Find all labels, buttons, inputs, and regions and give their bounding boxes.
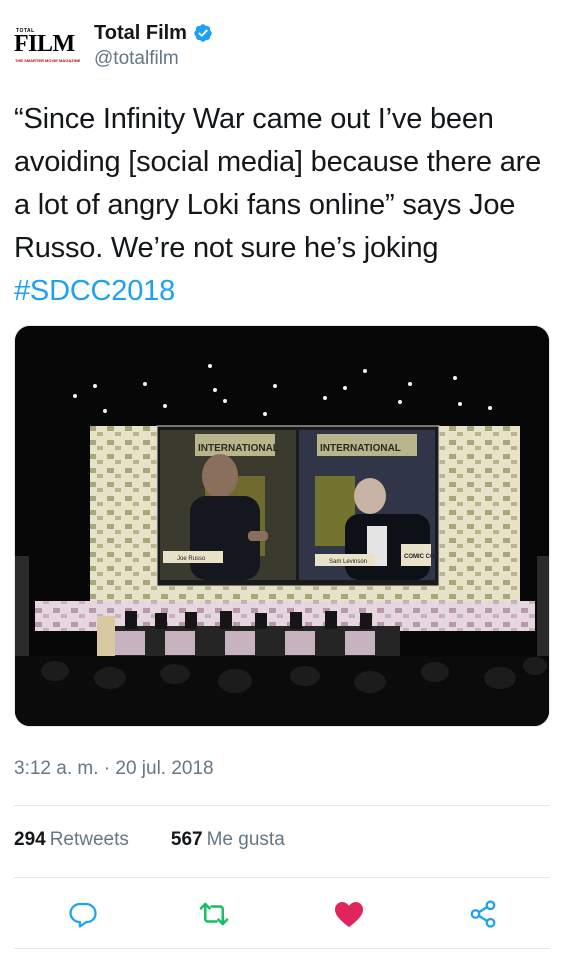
verified-badge-icon — [193, 23, 213, 43]
panel-photo-image: INTERNATIONAL INTERNATIONAL Joe Russo Sa… — [15, 326, 549, 726]
reply-button[interactable] — [66, 899, 100, 933]
tweet-body: “Since Infinity War came out I’ve been a… — [14, 103, 542, 264]
heart-icon — [333, 898, 365, 935]
profile-avatar[interactable]: TOTAL FILM THE SMARTER MOVIE MAGAZINE — [14, 28, 80, 70]
likes-label: Me gusta — [206, 829, 285, 850]
like-button[interactable] — [332, 899, 366, 933]
screen-text-left: INTERNATIONAL — [198, 443, 279, 454]
logo-main-text: FILM — [14, 31, 75, 57]
caption-joe-russo: Joe Russo — [177, 556, 206, 562]
divider — [14, 948, 550, 949]
tweet-header: TOTAL FILM THE SMARTER MOVIE MAGAZINE To… — [14, 14, 550, 74]
retweets-count: 294 — [14, 829, 46, 850]
share-button[interactable] — [466, 899, 500, 933]
logo-tagline: THE SMARTER MOVIE MAGAZINE — [15, 58, 81, 63]
name-row: Total Film — [94, 18, 213, 48]
share-icon — [468, 899, 498, 934]
tweet-actions — [14, 893, 550, 937]
tweet-timestamp[interactable]: 3:12 a. m. · 20 jul. 2018 — [14, 758, 214, 780]
caption-sam-levinson: Sam Levinson — [329, 559, 367, 565]
tweet-stats: 294 Retweets 567 Me gusta — [14, 829, 327, 851]
divider — [14, 805, 550, 806]
user-handle[interactable]: @totalfilm — [94, 48, 179, 70]
screen-text-right: INTERNATIONAL — [320, 443, 401, 454]
divider — [14, 877, 550, 878]
retweets-label: Retweets — [49, 829, 129, 850]
likes-stat[interactable]: 567 Me gusta — [171, 829, 285, 851]
tweet-text: “Since Infinity War came out I’ve been a… — [14, 98, 554, 313]
retweets-stat[interactable]: 294 Retweets — [14, 829, 129, 851]
retweet-button[interactable] — [197, 899, 231, 933]
tweet-photo[interactable]: INTERNATIONAL INTERNATIONAL Joe Russo Sa… — [14, 325, 550, 727]
hashtag-link[interactable]: #SDCC2018 — [14, 275, 175, 307]
display-name[interactable]: Total Film — [94, 22, 187, 45]
retweet-icon — [199, 899, 229, 934]
reply-icon — [68, 899, 98, 934]
likes-count: 567 — [170, 829, 203, 850]
caption-comic-con: COMIC CON — [404, 554, 439, 560]
